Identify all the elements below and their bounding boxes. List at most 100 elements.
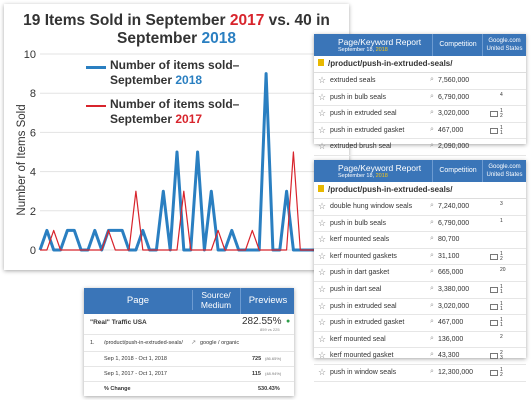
serp-icon	[490, 353, 498, 360]
star-icon[interactable]: ☆	[318, 267, 326, 278]
analytics-table: Page Source/Medium Previews "Real" Traff…	[84, 288, 294, 396]
keyword-text: push in dart seal	[330, 285, 382, 293]
google-rank: 20	[500, 268, 506, 273]
keyword-text: push in extruded gasket	[330, 126, 405, 134]
keyword-report-1: Page/Keyword Report September 18, 2018 C…	[314, 34, 526, 156]
serp-icon	[490, 111, 498, 118]
external-link-icon[interactable]: ↗	[191, 339, 196, 346]
legend-2018: Number of items sold– September 2018	[86, 58, 239, 88]
keyword-row[interactable]: ☆ extruded seals ⌕ 7,560,000	[314, 73, 526, 90]
report-1-date-text: September 18,	[338, 47, 376, 53]
search-volume: 467,000	[438, 319, 464, 327]
google-rank: 3	[500, 202, 503, 207]
keyword-text: push in extruded seal	[330, 302, 397, 310]
legend-swatch-2017	[86, 105, 106, 107]
col-previews[interactable]: Previews	[240, 288, 295, 314]
star-icon[interactable]: ☆	[318, 75, 326, 86]
google-rank: 12	[500, 251, 503, 262]
report-2-header: Page/Keyword Report September 18, 2018 C…	[314, 160, 526, 182]
legend-swatch-2018	[86, 66, 106, 69]
keyword-row[interactable]: ☆ kerf mounted gaskets ⌕ 31,100 1 2	[314, 249, 526, 266]
search-icon: ⌕	[430, 284, 434, 292]
google-rank-2: 1	[500, 322, 503, 329]
report-1-header: Page/Keyword Report September 18, 2018 C…	[314, 34, 526, 56]
table-row[interactable]: 1. /product/push-in-extruded-seals/ ↗ go…	[84, 335, 294, 352]
keyword-row[interactable]: ☆ push in bulb seals ⌕ 6,790,000 1	[314, 216, 526, 233]
col-page[interactable]: Page	[84, 288, 192, 314]
serp-icon	[490, 369, 498, 376]
legend-2018-year: 2018	[175, 73, 203, 87]
star-icon[interactable]: ☆	[318, 201, 326, 212]
date-range-row: Sep 1, 2017 - Oct 1, 2017 115 (48.94%)	[84, 367, 294, 382]
row-number: 1.	[90, 340, 95, 346]
keyword-text: kerf mounted seal	[330, 335, 386, 343]
search-volume: 3,020,000	[438, 302, 470, 310]
y-tick-label: 4	[30, 167, 36, 179]
row-page-link[interactable]: /product/push-in-extruded-seals/	[104, 340, 183, 346]
keyword-text: push in bulb seals	[330, 93, 387, 101]
report-1-url-row: /product/push-in-extruded-seals/	[314, 56, 526, 73]
star-icon[interactable]: ☆	[318, 125, 326, 136]
segment-row: "Real" Traffic USA 282.55% ● 859 vs 225	[84, 314, 294, 335]
search-icon: ⌕	[430, 235, 434, 243]
google-rank-2: 2	[500, 255, 503, 262]
star-icon[interactable]: ☆	[318, 108, 326, 119]
star-icon[interactable]: ☆	[318, 350, 326, 361]
keyword-row[interactable]: ☆ push in dart seal ⌕ 3,380,000 1 1	[314, 282, 526, 299]
star-icon[interactable]: ☆	[318, 301, 326, 312]
star-icon[interactable]: ☆	[318, 92, 326, 103]
keyword-row[interactable]: ☆ push in window seals ⌕ 12,300,000 1 2	[314, 365, 526, 382]
col-source-medium[interactable]: Source/Medium	[192, 290, 239, 310]
keyword-row[interactable]: ☆ push in bulb seals ⌕ 6,790,000 4	[314, 90, 526, 107]
y-tick-label: 8	[30, 88, 36, 100]
serp-icon	[490, 286, 498, 293]
range-2017-label: Sep 1, 2017 - Oct 1, 2017	[104, 371, 167, 377]
star-icon[interactable]: ☆	[318, 317, 326, 328]
star-icon[interactable]: ☆	[318, 141, 326, 152]
star-icon[interactable]: ☆	[318, 251, 326, 262]
range-2017-value: 115	[252, 371, 261, 377]
keyword-row[interactable]: ☆ push in extruded gasket ⌕ 467,000 1 1	[314, 123, 526, 140]
report-2-col-google: Google.com United States	[482, 160, 526, 182]
google-rank: 11	[500, 125, 503, 136]
range-2017-pct: (48.94%)	[265, 371, 282, 376]
keyword-row[interactable]: ☆ push in extruded gasket ⌕ 467,000 1 1	[314, 315, 526, 332]
report-1-col-competition: Competition	[432, 34, 483, 56]
star-icon[interactable]: ☆	[318, 334, 326, 345]
google-rank-2: 1	[500, 288, 503, 295]
keyword-row[interactable]: ☆ extruded brush seal ⌕ 2,090,000	[314, 139, 526, 156]
report-2-url[interactable]: /product/push-in-extruded-seals/	[328, 185, 452, 194]
star-icon[interactable]: ☆	[318, 218, 326, 229]
keyword-row[interactable]: ☆ push in extruded seal ⌕ 3,020,000 1 1	[314, 299, 526, 316]
line-chart: 0 2 4 6 8 10	[24, 49, 314, 257]
keyword-text: kerf mounted gasket	[330, 352, 394, 360]
date-range-row: Sep 1, 2018 - Oct 1, 2018 725 (86.65%)	[84, 352, 294, 367]
serp-icon	[490, 253, 498, 260]
keyword-text: push in bulb seals	[330, 219, 387, 227]
google-rank-2: 2	[500, 371, 503, 378]
search-volume: 31,100	[438, 252, 460, 260]
keyword-row[interactable]: ☆ double hung window seals ⌕ 7,240,000 3	[314, 199, 526, 216]
keyword-row[interactable]: ☆ kerf mounted seal ⌕ 136,000 2	[314, 332, 526, 349]
previews-change-sub: 859 vs 225	[260, 327, 280, 332]
star-icon[interactable]: ☆	[318, 284, 326, 295]
keyword-row[interactable]: ☆ kerf mounted seals ⌕ 80,700	[314, 232, 526, 249]
keyword-row[interactable]: ☆ push in extruded seal ⌕ 3,020,000 1 2	[314, 106, 526, 123]
keyword-text: push in extruded seal	[330, 110, 397, 118]
keyword-text: push in dart gasket	[330, 269, 390, 277]
keyword-row[interactable]: ☆ kerf mounted gasket ⌕ 43,300 2 3	[314, 348, 526, 365]
range-2018-value: 725	[252, 356, 262, 362]
report-2-date-text: September 18,	[338, 173, 376, 179]
flag-icon	[318, 185, 324, 192]
google-rank-1: 20	[500, 267, 506, 274]
segment-label: "Real" Traffic USA	[90, 319, 147, 326]
star-icon[interactable]: ☆	[318, 367, 326, 378]
search-icon: ⌕	[430, 92, 434, 100]
report-1-url[interactable]: /product/push-in-extruded-seals/	[328, 59, 452, 68]
google-rank-1: 2	[500, 333, 503, 340]
change-label: % Change	[104, 386, 131, 392]
star-icon[interactable]: ☆	[318, 234, 326, 245]
legend-2017-month: September	[110, 112, 176, 126]
keyword-row[interactable]: ☆ push in dart gasket ⌕ 665,000 20	[314, 265, 526, 282]
report-1-date: September 18, 2018	[338, 47, 388, 53]
